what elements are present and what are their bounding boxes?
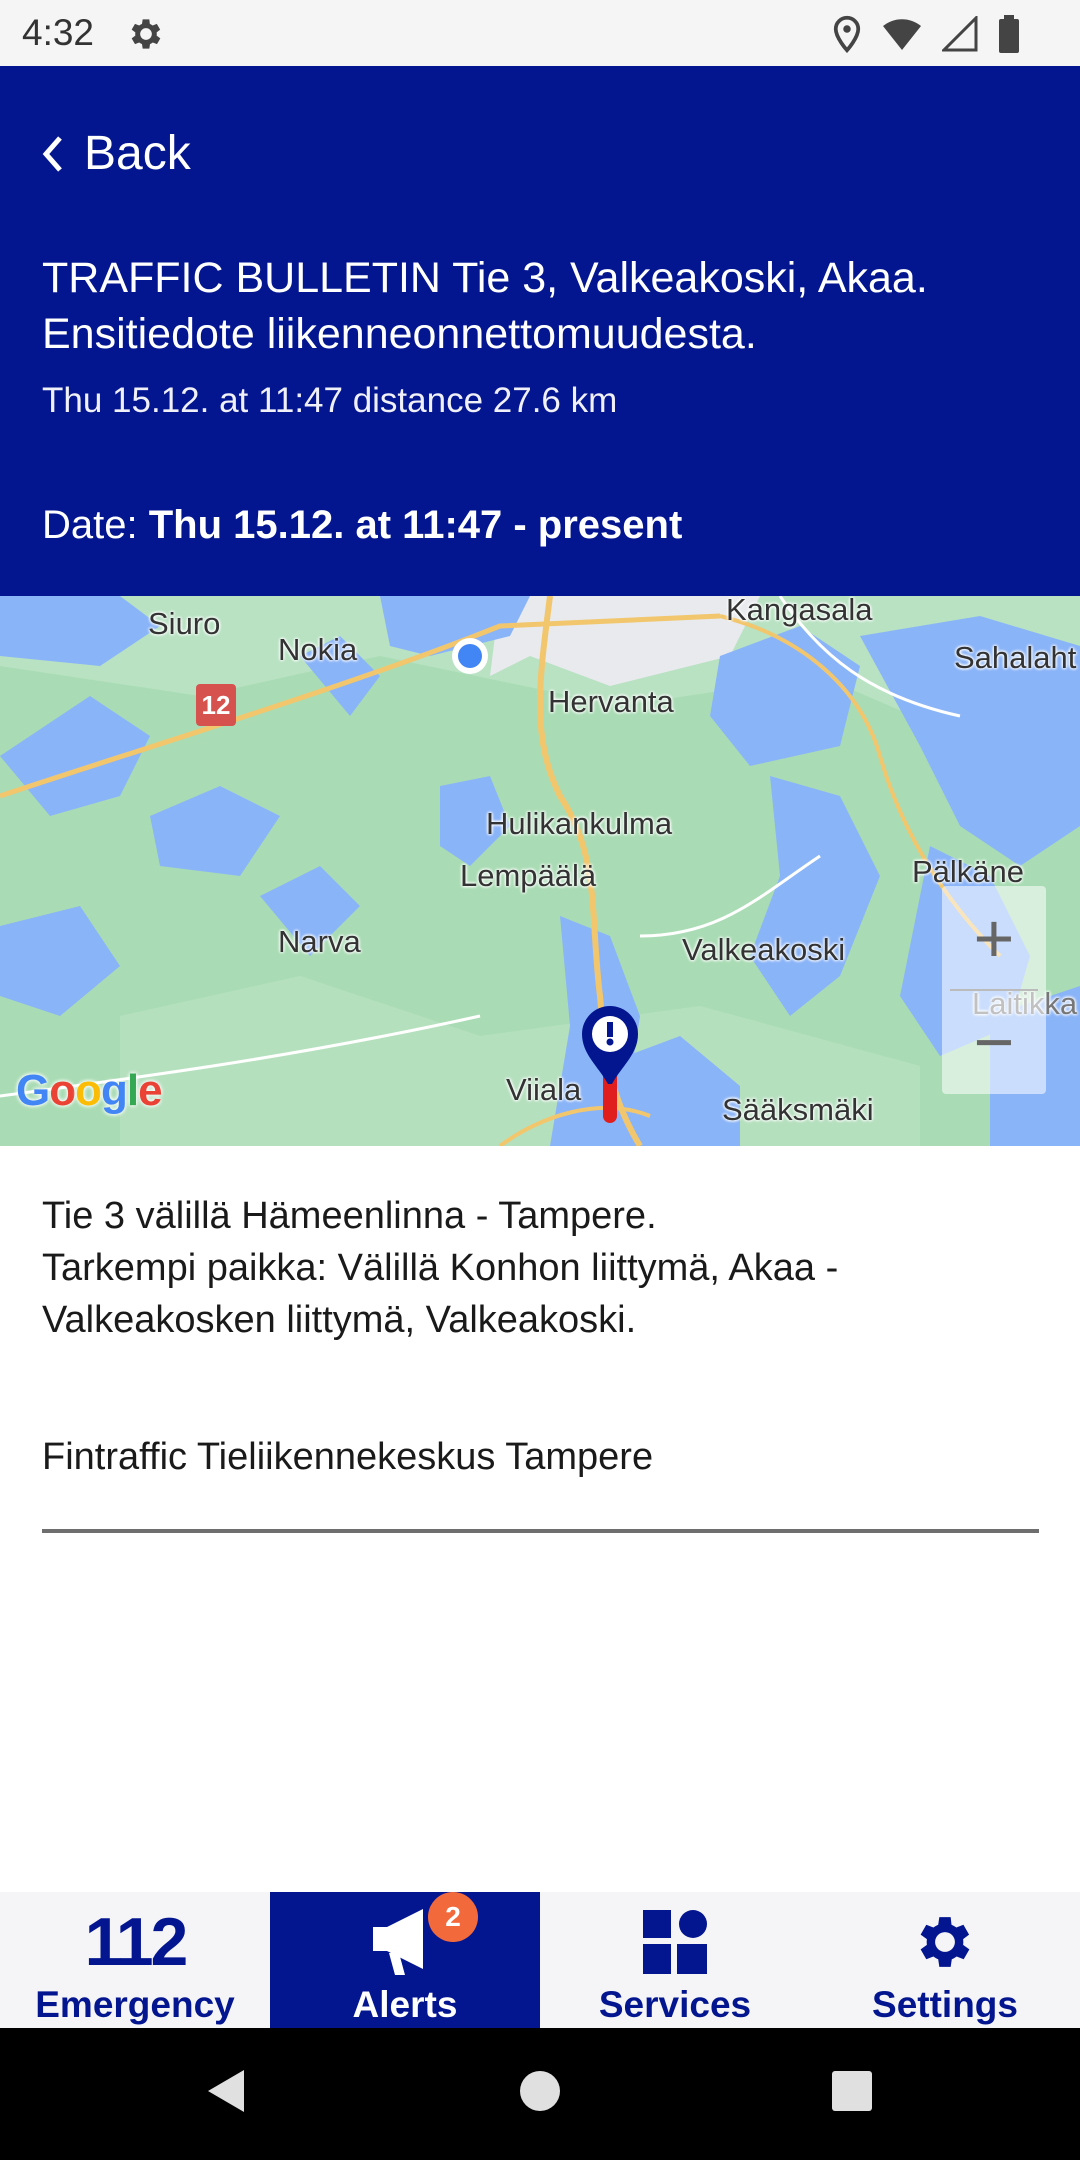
nav-label: Settings — [872, 1984, 1018, 2025]
alert-header: Back TRAFFIC BULLETIN Tie 3, Valkeakoski… — [0, 66, 1080, 596]
alert-description: Tie 3 välillä Hämeenlinna - Tampere. Tar… — [42, 1190, 1042, 1346]
alert-meta: Thu 15.12. at 11:47 distance 27.6 km — [42, 381, 618, 420]
wifi-icon — [883, 19, 921, 50]
description-line-1: Tie 3 välillä Hämeenlinna - Tampere. — [42, 1195, 657, 1237]
nav-label: Emergency — [35, 1984, 235, 2025]
location-icon — [833, 15, 861, 53]
gear-icon — [920, 1917, 970, 1967]
zoom-divider — [950, 989, 1038, 991]
zoom-controls: + − — [942, 886, 1046, 1094]
map-view[interactable]: 12 Siuro Nokia Kangasala Sahalaht Hervan… — [0, 596, 1080, 1146]
google-logo: Google — [16, 1066, 163, 1115]
alert-title: TRAFFIC BULLETIN Tie 3, Valkeakoski, Aka… — [42, 254, 928, 358]
nav-settings[interactable]: Settings — [810, 1892, 1080, 2028]
home-circle-icon[interactable] — [518, 2066, 562, 2116]
date-value: Thu 15.12. at 11:47 - present — [148, 503, 683, 547]
grid-icon — [643, 1910, 707, 1974]
road-shield: 12 — [196, 684, 236, 726]
recents-square-icon[interactable] — [830, 2066, 874, 2116]
nav-label: Alerts — [352, 1984, 458, 2025]
status-time: 4:32 — [22, 12, 95, 53]
nav-emergency[interactable]: 112 Emergency — [0, 1892, 270, 2028]
system-navigation-bar — [0, 2028, 1080, 2160]
emergency-112-icon: 112 — [84, 1904, 189, 1980]
signal-icon — [942, 16, 978, 52]
zoom-out-button[interactable]: − — [942, 990, 1046, 1094]
alert-source: Fintraffic Tieliikennekeskus Tampere — [42, 1436, 654, 1478]
battery-icon — [999, 15, 1019, 53]
back-button[interactable]: Back — [40, 126, 191, 181]
map-label: Viiala — [506, 1072, 582, 1107]
nav-alerts[interactable]: Alerts 2 — [270, 1892, 540, 2028]
settings-gear-icon — [131, 19, 161, 49]
back-triangle-icon[interactable] — [204, 2066, 248, 2116]
zoom-in-button[interactable]: + — [942, 886, 1046, 990]
map-label: Valkeakoski — [682, 932, 846, 967]
map-label: Kangasala — [726, 596, 873, 627]
nav-services[interactable]: Services — [540, 1892, 810, 2028]
map-label: Sääksmäki — [722, 1092, 874, 1127]
bottom-navigation: 112 Emergency Alerts 2 Services Settings — [0, 1892, 1080, 2028]
chevron-left-icon — [42, 135, 62, 172]
nav-label: Services — [598, 1984, 752, 2025]
map-label: Hervanta — [548, 684, 674, 719]
map-label: Lempäälä — [460, 858, 597, 893]
map-label: Sahalaht — [954, 640, 1077, 675]
map-label: Narva — [278, 924, 361, 959]
status-bar: 4:32 — [0, 0, 1080, 66]
alert-date: Date: Thu 15.12. at 11:47 - present — [42, 503, 682, 548]
alerts-count-badge: 2 — [428, 1892, 478, 1942]
divider — [42, 1529, 1039, 1533]
date-label: Date: — [42, 503, 138, 547]
description-line-2: Tarkempi paikka: Välillä Konhon liittymä… — [42, 1247, 839, 1341]
status-icons — [832, 14, 1020, 54]
map-label: Nokia — [278, 632, 358, 667]
back-label: Back — [84, 127, 191, 180]
map-label: Siuro — [148, 606, 221, 641]
map-label: Pälkäne — [912, 854, 1025, 889]
map-label: Hulikankulma — [486, 806, 673, 841]
